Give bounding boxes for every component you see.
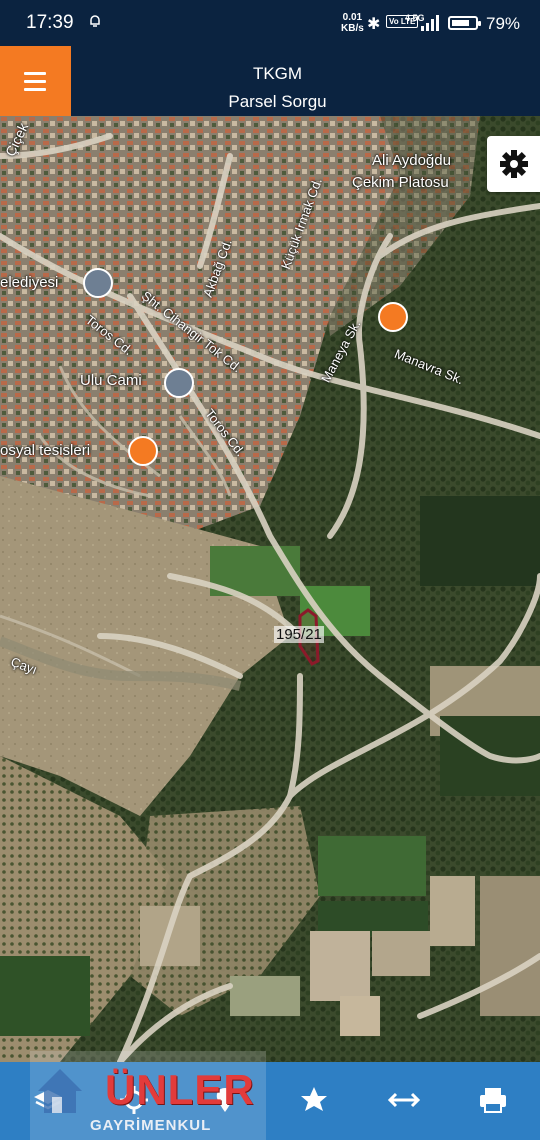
app-title: TKGM	[252, 64, 303, 83]
status-time: 17:39	[26, 12, 74, 33]
measure-icon[interactable]	[384, 1080, 424, 1120]
signal-bars-icon	[421, 15, 439, 31]
net-speed: 0.01 KB/s	[341, 12, 364, 34]
status-bar: 17:39 0.01 KB/s ✱ Vo LTE 4.5G 79%	[0, 0, 540, 46]
app-header: TKGM Parsel Sorgu	[0, 46, 540, 116]
bluetooth-icon: ✱	[367, 16, 381, 33]
battery-icon	[448, 16, 481, 30]
battery-percent: 79%	[486, 14, 521, 33]
app-subtitle: Parsel Sorgu	[228, 92, 327, 111]
watermark-logo: ÜNLER GAYRİMENKUL	[30, 1051, 266, 1140]
parcel-label: 195/21	[274, 626, 324, 643]
star-icon[interactable]	[294, 1080, 334, 1120]
map-label: Ulu Cami	[80, 372, 142, 389]
map-label: elediyesi	[0, 274, 59, 291]
net-speed-unit: KB/s	[341, 23, 364, 34]
watermark-sub: GAYRİMENKUL	[90, 1117, 212, 1134]
mosque-icon[interactable]	[164, 368, 194, 398]
restaurant-icon[interactable]	[128, 436, 158, 466]
map-imagery	[0, 116, 540, 1062]
cafe-icon[interactable]	[378, 302, 408, 332]
notification-icon	[90, 15, 100, 27]
hamburger-icon-line	[24, 88, 46, 91]
print-icon[interactable]	[473, 1080, 513, 1120]
settings-button[interactable]	[487, 136, 540, 192]
watermark-brand: ÜNLER	[105, 1066, 255, 1113]
map-label: Çekim Platosu	[352, 174, 449, 191]
satellite-map[interactable]: Çiçek Ali Aydoğdu Çekim Platosu Küçük Ir…	[0, 116, 540, 1062]
map-label: osyal tesisleri	[0, 442, 91, 459]
gear-icon	[500, 150, 528, 178]
municipality-icon[interactable]	[83, 268, 113, 298]
map-label: Ali Aydoğdu	[372, 152, 451, 169]
net-speed-value: 0.01	[342, 12, 363, 23]
